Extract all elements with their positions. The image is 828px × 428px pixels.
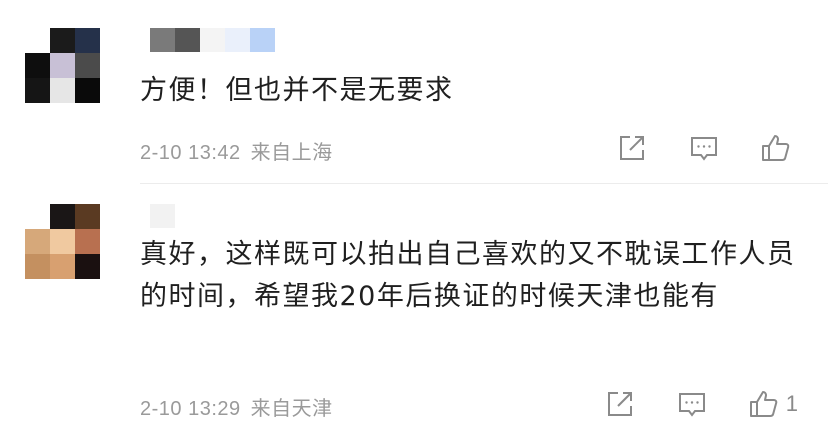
- comment-icon: [678, 393, 705, 417]
- avatar-pixel: [50, 53, 75, 78]
- username-pixel: [200, 28, 225, 52]
- avatar-pixel: [50, 204, 75, 229]
- comment-time: 2-10 13:29: [140, 398, 241, 420]
- avatar-pixel: [50, 78, 75, 103]
- comment-time: 2-10 13:42: [140, 142, 241, 164]
- username-pixel: [175, 28, 200, 52]
- avatar-pixel: [75, 229, 100, 254]
- share-button[interactable]: [604, 388, 636, 420]
- share-icon: [620, 136, 644, 160]
- avatar-pixel: [25, 204, 50, 229]
- username-pixel: [250, 28, 275, 52]
- username-blurred[interactable]: [150, 28, 275, 52]
- avatar-pixel: [75, 53, 100, 78]
- comment-actions: [576, 132, 798, 164]
- thumbs-up-icon: [749, 391, 778, 417]
- comment-item: 方便！但也并不是无要求 2-10 13:42 来自上海: [0, 0, 828, 184]
- username-pixel: [150, 204, 175, 228]
- username-blurred[interactable]: [150, 204, 175, 228]
- comment-text: 方便！但也并不是无要求: [140, 75, 454, 106]
- comment-text: 真好，这样既可以拍出自己喜欢的又不耽误工作人员的时间，希望我20年后换证的时候天…: [140, 239, 796, 312]
- avatar-pixel: [25, 28, 50, 53]
- avatar-pixel: [25, 78, 50, 103]
- like-count: 1: [785, 391, 798, 416]
- comment-icon: [691, 137, 717, 161]
- like-button[interactable]: 1: [748, 388, 798, 420]
- comment-item: 真好，这样既可以拍出自己喜欢的又不耽误工作人员的时间，希望我20年后换证的时候天…: [0, 184, 828, 428]
- avatar-pixel: [75, 28, 100, 53]
- username-pixel: [150, 28, 175, 52]
- comment-meta: 2-10 13:29 来自天津: [140, 392, 333, 421]
- avatar-pixel: [75, 254, 100, 279]
- avatar-pixel: [25, 53, 50, 78]
- share-button[interactable]: [616, 132, 648, 164]
- share-icon: [607, 392, 632, 416]
- like-button[interactable]: [760, 132, 798, 164]
- comment-actions: 1: [564, 388, 798, 420]
- comment-location: 来自上海: [250, 142, 333, 164]
- reply-button[interactable]: [688, 132, 720, 164]
- avatar-pixel: [50, 254, 75, 279]
- comment-location: 来自天津: [250, 398, 333, 420]
- avatar-pixel: [25, 229, 50, 254]
- avatar-pixel: [25, 254, 50, 279]
- username-pixel: [225, 28, 250, 52]
- thumbs-up-icon: [762, 135, 790, 161]
- avatar[interactable]: [25, 204, 100, 279]
- avatar-pixel: [75, 78, 100, 103]
- reply-button[interactable]: [676, 388, 708, 420]
- avatar-pixel: [50, 28, 75, 53]
- avatar[interactable]: [25, 28, 100, 103]
- avatar-pixel: [50, 229, 75, 254]
- avatar-pixel: [75, 204, 100, 229]
- comment-meta: 2-10 13:42 来自上海: [140, 136, 333, 165]
